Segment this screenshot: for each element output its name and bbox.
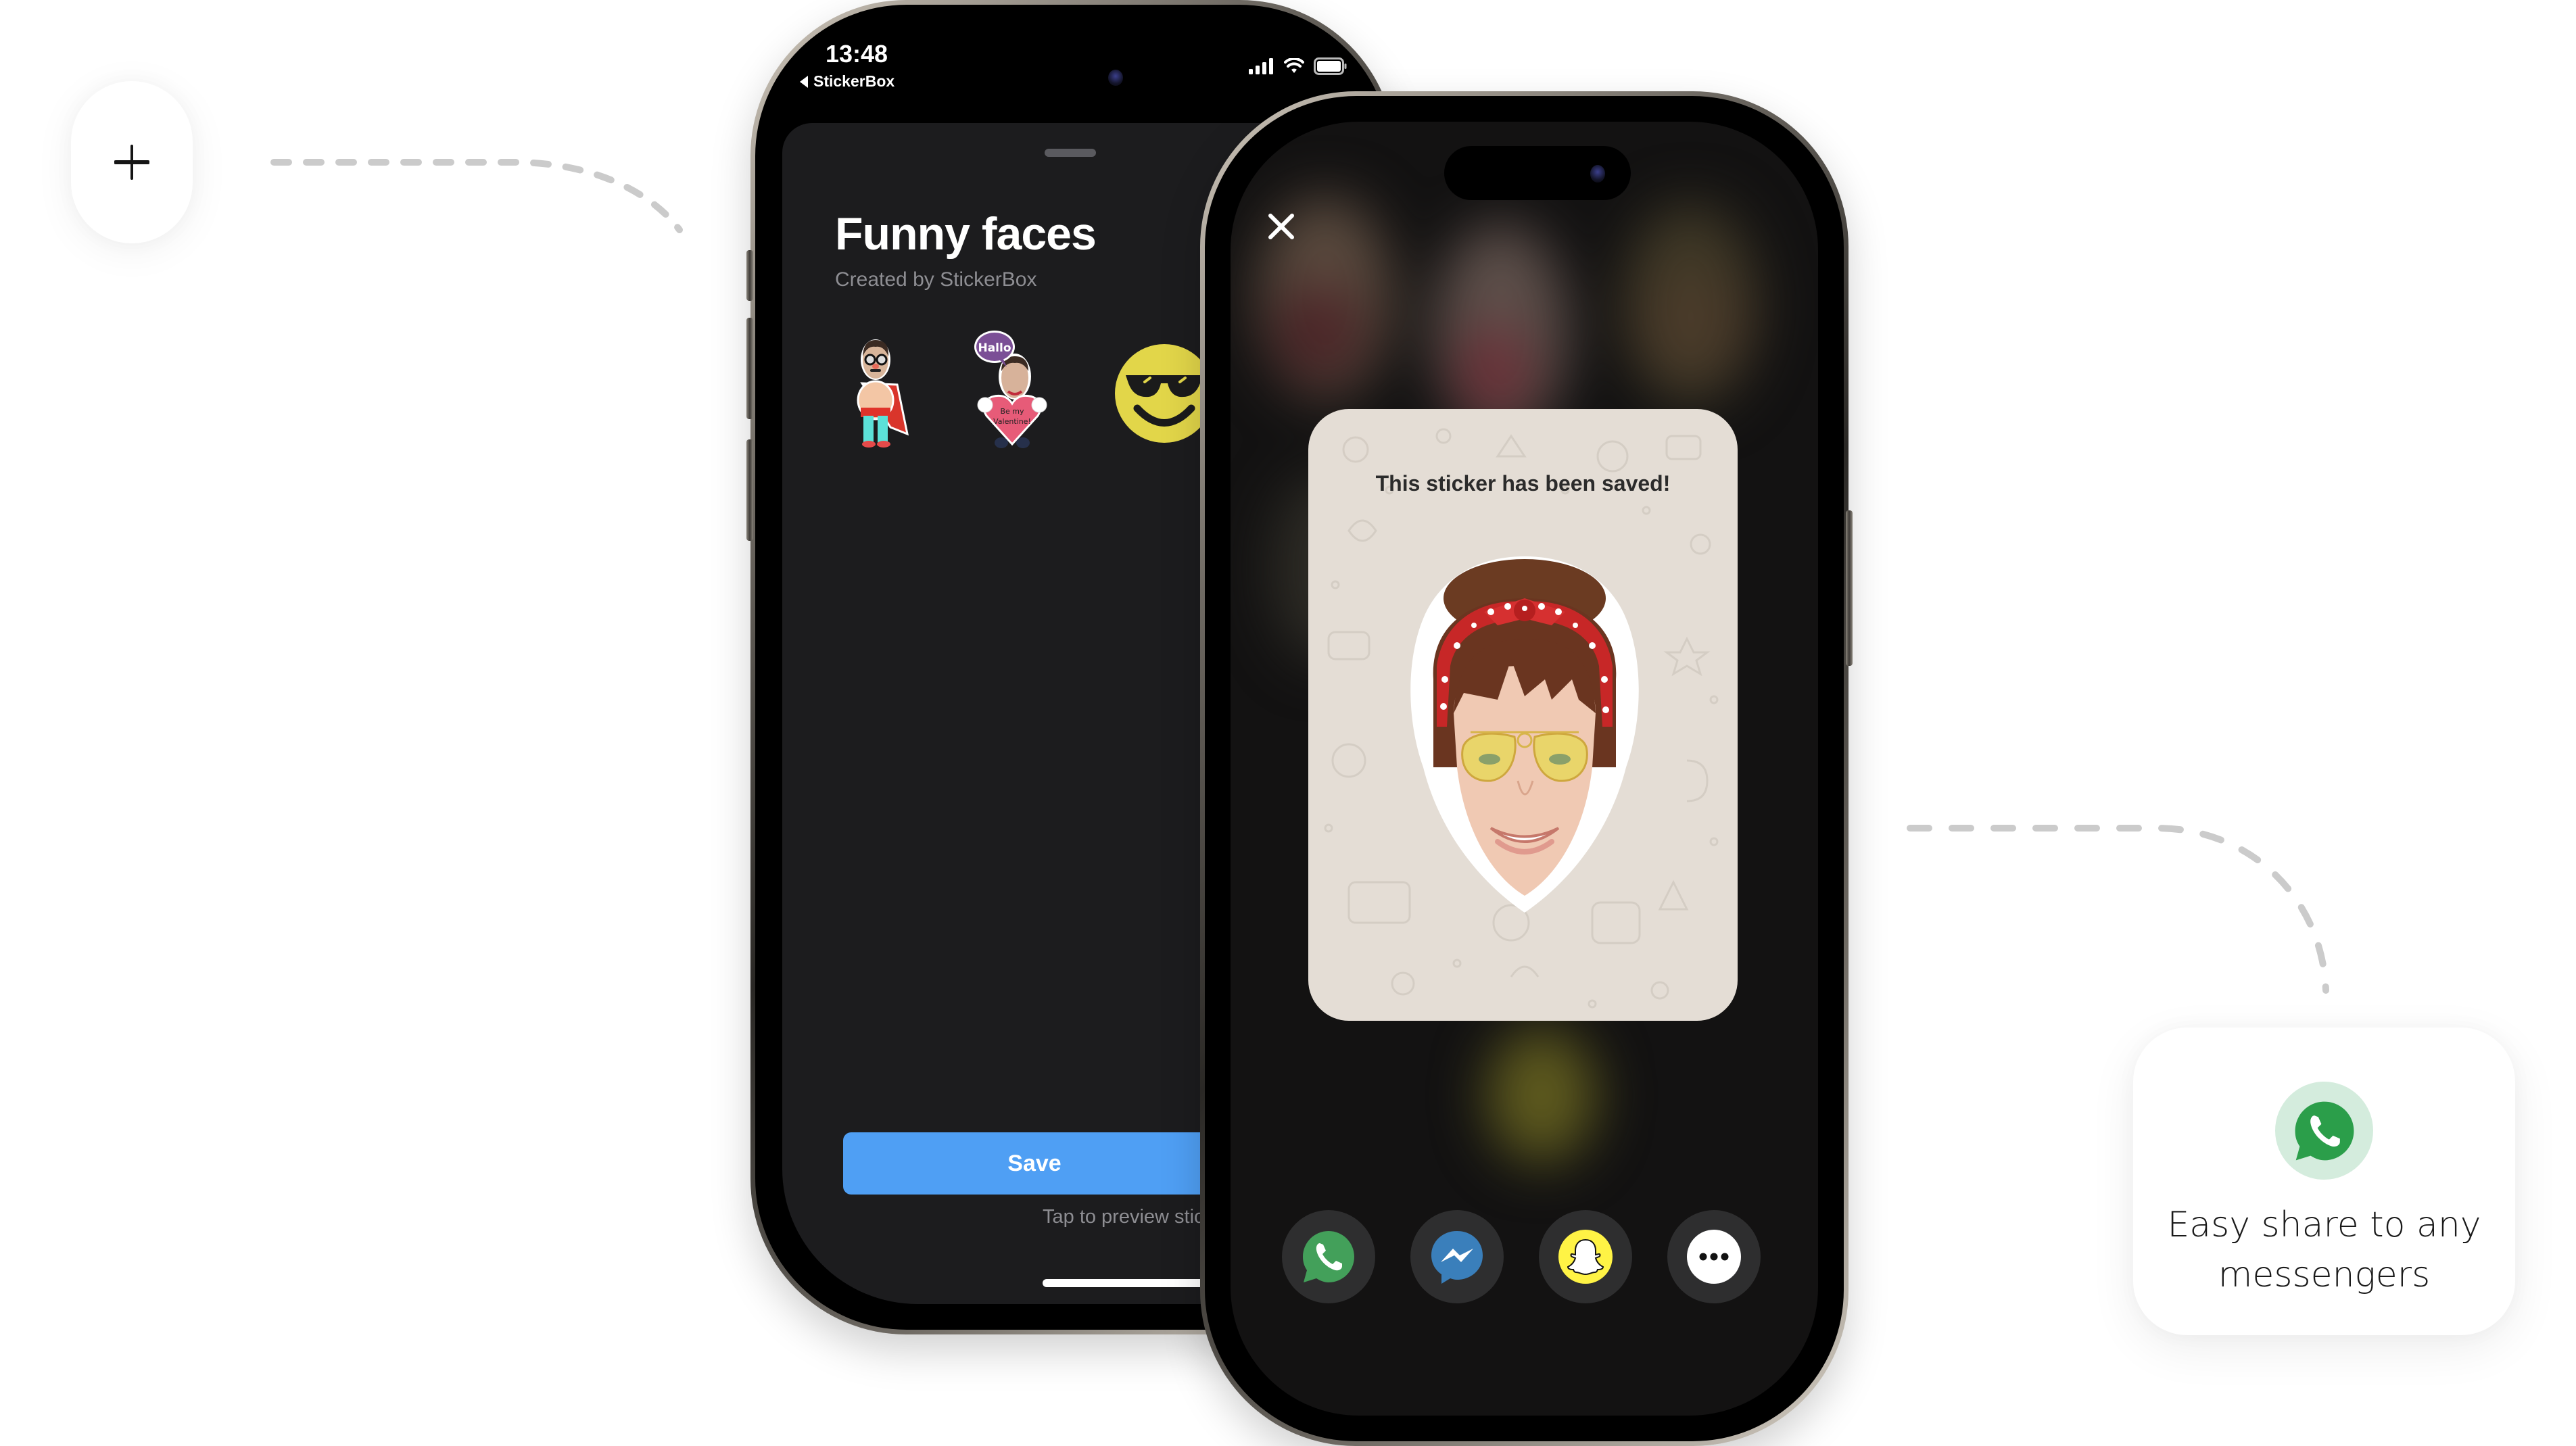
saved-message: This sticker has been saved! [1375, 471, 1671, 496]
sticker-saved-card: This sticker has been saved! [1308, 409, 1738, 1021]
status-time: 13:48 [826, 40, 888, 68]
dynamic-island [1444, 146, 1631, 200]
more-dots-icon [1699, 1253, 1729, 1261]
whatsapp-icon [1303, 1231, 1354, 1282]
hallo-bubble-text: Hallo [978, 341, 1011, 355]
pack-author: Created by StickerBox [835, 268, 1037, 291]
close-icon [1268, 214, 1294, 239]
whatsapp-icon [2295, 1101, 2354, 1160]
add-button[interactable] [71, 81, 193, 243]
sticker-grid: Hallo Be my Valentine! [843, 329, 1215, 454]
snapchat-icon [1567, 1238, 1604, 1276]
front-phone-screen: This sticker has been saved! [1231, 122, 1818, 1416]
plus-icon [114, 145, 149, 180]
share-whatsapp-button[interactable] [1282, 1210, 1375, 1303]
dynamic-island [986, 52, 1149, 103]
easy-share-feature-card: Easy share to any messengers [2133, 1028, 2515, 1335]
share-messenger-button[interactable] [1410, 1210, 1504, 1303]
action-button [746, 250, 753, 301]
girl-with-red-bandana-sticker[interactable] [1389, 544, 1660, 923]
share-snapchat-button[interactable] [1539, 1210, 1632, 1303]
share-targets [1282, 1210, 1761, 1303]
front-phone-mockup: This sticker has been saved! [1200, 91, 1853, 1446]
superhero-man-sticker-image [857, 339, 909, 448]
battery-icon [1314, 57, 1347, 75]
cellular-signal-icon [1249, 58, 1273, 74]
pack-title: Funny faces [835, 208, 1097, 260]
wifi-icon [1284, 58, 1304, 73]
close-button[interactable] [1261, 206, 1302, 247]
valentine-man-sticker-image: Hallo Be my Valentine! [974, 331, 1047, 448]
front-phone-body: This sticker has been saved! [1205, 96, 1844, 1441]
camera-lens [1108, 70, 1123, 86]
volume-down-button [746, 439, 753, 541]
svg-text:Valentine!: Valentine! [993, 417, 1031, 426]
volume-up-button [746, 318, 753, 419]
back-to-app-link[interactable]: StickerBox [800, 72, 895, 91]
back-app-label: StickerBox [813, 72, 895, 90]
status-bar: 13:48 StickerBox [755, 5, 1391, 120]
messenger-icon [1431, 1231, 1483, 1284]
share-more-button[interactable] [1667, 1210, 1761, 1303]
back-triangle-icon [800, 75, 808, 88]
sticker-superhero-man[interactable] [843, 336, 911, 454]
sheet-grabber[interactable] [1045, 149, 1096, 157]
status-icons [1249, 57, 1347, 75]
camera-lens [1590, 165, 1605, 183]
sticker-valentine-man[interactable]: Hallo Be my Valentine! [972, 329, 1053, 454]
easy-share-text: Easy share to any messengers [2167, 1205, 2481, 1295]
whatsapp-badge [2275, 1082, 2373, 1180]
svg-text:Be my: Be my [1000, 407, 1024, 416]
power-button [1846, 510, 1853, 666]
